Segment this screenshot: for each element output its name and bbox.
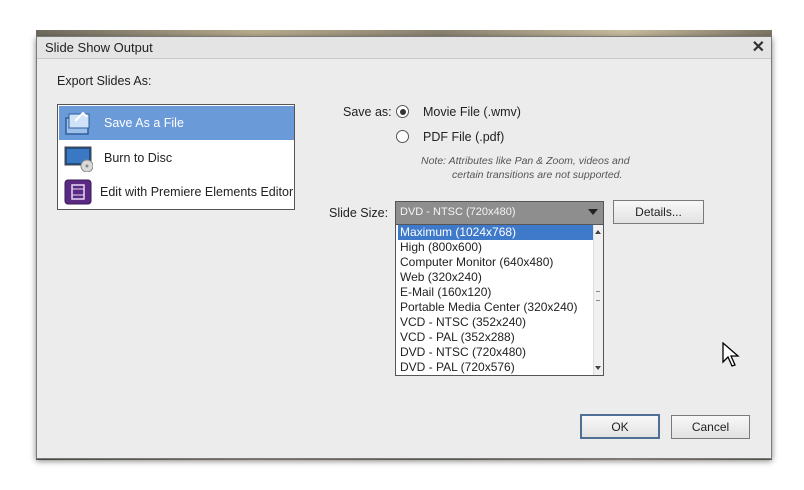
chevron-down-icon[interactable]	[588, 209, 598, 215]
movie-file-radio[interactable]	[396, 105, 409, 118]
slide-size-option[interactable]: Computer Monitor (640x480)	[398, 255, 595, 270]
pdf-file-label[interactable]: PDF File (.pdf)	[423, 130, 504, 144]
premiere-film-icon	[64, 179, 92, 205]
note-line-2: certain transitions are not supported.	[452, 169, 623, 181]
dialog-titlebar[interactable]: Slide Show Output ✕	[37, 37, 771, 59]
slide-size-value: DVD - NTSC (720x480)	[400, 206, 516, 218]
save-as-label: Save as:	[343, 105, 392, 119]
save-file-icon	[65, 111, 90, 135]
slide-show-output-dialog: Slide Show Output ✕ Export Slides As: Sa…	[36, 36, 772, 459]
export-item-burn-to-disc[interactable]: Burn to Disc	[59, 141, 294, 175]
dropdown-scrollbar[interactable]	[593, 225, 603, 375]
slide-size-option[interactable]: VCD - PAL (352x288)	[398, 330, 595, 345]
dialog-title: Slide Show Output	[45, 40, 153, 55]
export-item-save-as-file[interactable]: Save As a File	[59, 106, 294, 140]
scroll-down-icon[interactable]	[595, 366, 601, 370]
slide-size-dropdown-list: Maximum (1024x768) High (800x600) Comput…	[395, 224, 604, 376]
slide-size-option[interactable]: Maximum (1024x768)	[398, 225, 595, 240]
export-list: Save As a File Burn to Disc Edit with Pr…	[57, 104, 295, 210]
note-text: Note: Attributes like Pan & Zoom, videos…	[421, 154, 630, 182]
slide-size-option[interactable]: Portable Media Center (320x240)	[398, 300, 595, 315]
note-line-1: Note: Attributes like Pan & Zoom, videos…	[421, 155, 630, 167]
slide-size-option[interactable]: High (800x600)	[398, 240, 595, 255]
slide-size-select[interactable]: DVD - NTSC (720x480)	[395, 201, 604, 225]
ok-button[interactable]: OK	[580, 414, 660, 439]
export-item-label: Edit with Premiere Elements Editor	[100, 185, 294, 199]
scroll-up-icon[interactable]	[595, 230, 601, 234]
mouse-pointer-icon	[722, 342, 740, 367]
export-item-premiere-elements[interactable]: Edit with Premiere Elements Editor	[59, 175, 294, 209]
export-item-label: Burn to Disc	[104, 151, 173, 165]
scroll-grip-icon[interactable]	[596, 291, 600, 301]
cancel-button[interactable]: Cancel	[671, 415, 750, 439]
slide-size-option[interactable]: Web (320x240)	[398, 270, 595, 285]
details-button[interactable]: Details...	[613, 200, 704, 224]
export-slides-label: Export Slides As:	[57, 74, 152, 88]
slide-size-option[interactable]: DVD - NTSC (720x480)	[398, 345, 595, 360]
movie-file-label[interactable]: Movie File (.wmv)	[423, 105, 521, 119]
slide-size-option[interactable]: VCD - NTSC (352x240)	[398, 315, 595, 330]
slide-size-option[interactable]: E-Mail (160x120)	[398, 285, 595, 300]
export-item-label: Save As a File	[104, 116, 184, 130]
disc-burn-icon	[64, 146, 93, 172]
slide-size-option[interactable]: DVD - PAL (720x576)	[398, 360, 595, 375]
slide-size-label: Slide Size:	[329, 206, 389, 220]
pdf-file-radio[interactable]	[396, 130, 409, 143]
close-icon[interactable]: ✕	[752, 37, 765, 57]
